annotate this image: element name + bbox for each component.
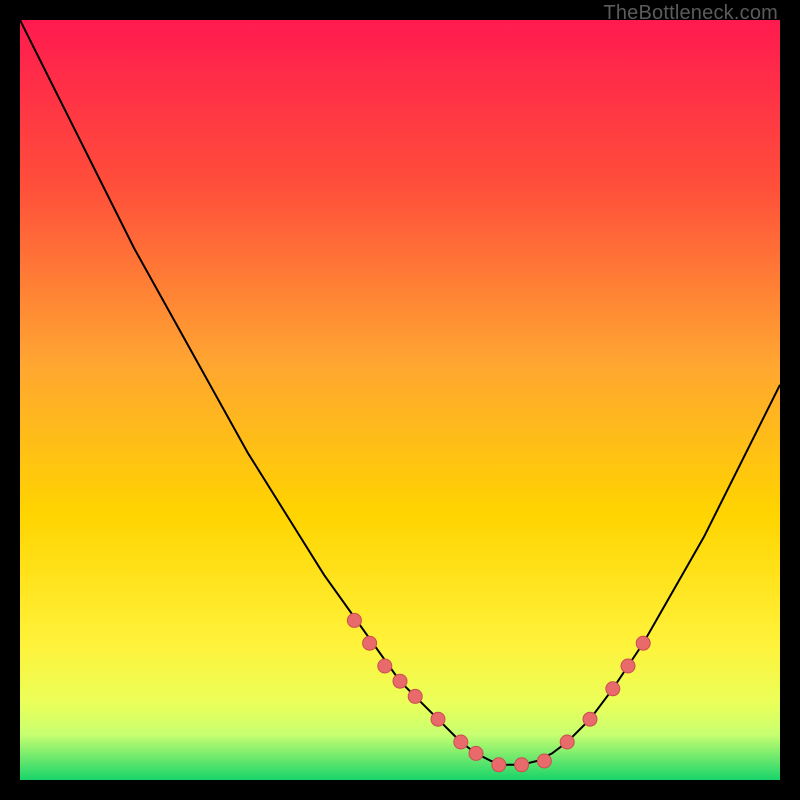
marker-point bbox=[454, 735, 468, 749]
marker-point bbox=[492, 758, 506, 772]
marker-point bbox=[393, 674, 407, 688]
marker-point bbox=[560, 735, 574, 749]
marker-point bbox=[515, 758, 529, 772]
marker-point bbox=[378, 659, 392, 673]
watermark-text: TheBottleneck.com bbox=[603, 2, 778, 25]
marker-point bbox=[431, 712, 445, 726]
gradient-background bbox=[20, 20, 780, 780]
marker-point bbox=[347, 613, 361, 627]
marker-point bbox=[636, 636, 650, 650]
marker-point bbox=[537, 754, 551, 768]
marker-point bbox=[621, 659, 635, 673]
chart-frame bbox=[20, 20, 780, 780]
marker-point bbox=[408, 689, 422, 703]
bottleneck-chart bbox=[20, 20, 780, 780]
marker-point bbox=[583, 712, 597, 726]
marker-point bbox=[606, 682, 620, 696]
marker-point bbox=[469, 746, 483, 760]
marker-point bbox=[363, 636, 377, 650]
